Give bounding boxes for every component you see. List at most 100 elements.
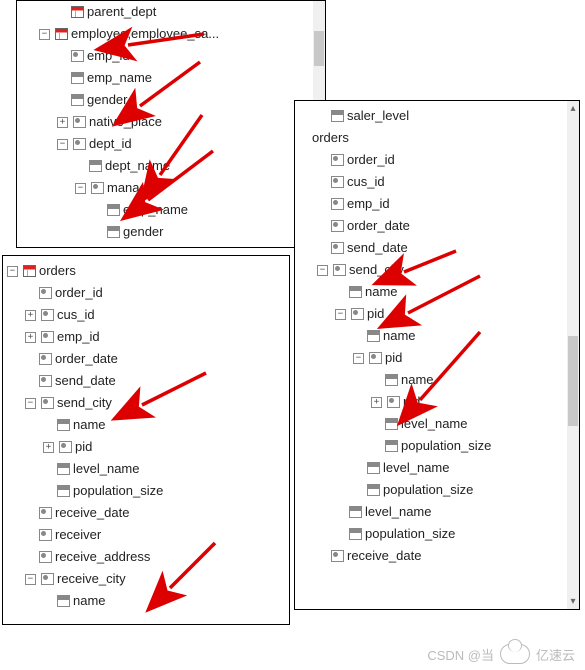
collapse-icon[interactable]: − <box>57 139 68 150</box>
tree-node[interactable]: +native_place <box>17 111 325 133</box>
collapse-icon[interactable]: − <box>317 265 328 276</box>
scroll-thumb[interactable] <box>568 336 578 426</box>
tree-node[interactable]: name <box>3 414 289 436</box>
tree-node[interactable]: send_date <box>3 370 289 392</box>
tree-node[interactable]: +pid <box>295 391 579 413</box>
tree-node-label: saler_level <box>347 105 409 127</box>
tree-node-label: level_name <box>383 457 450 479</box>
tree-node[interactable]: name <box>295 281 579 303</box>
tree-node-label: pid <box>385 347 402 369</box>
tree-node[interactable]: level_name <box>295 457 579 479</box>
key-field-icon <box>40 572 54 586</box>
tree-content: −ordersorder_id+cus_id+emp_idorder_dates… <box>3 256 289 612</box>
expand-icon[interactable]: + <box>25 310 36 321</box>
collapse-icon[interactable]: − <box>335 309 346 320</box>
toggle-spacer <box>371 441 384 452</box>
tree-node[interactable]: −send_city <box>3 392 289 414</box>
scroll-down-icon[interactable]: ▾ <box>567 594 579 609</box>
tree-node[interactable]: − pid <box>295 347 579 369</box>
toggle-spacer <box>335 507 348 518</box>
key-field-icon <box>90 181 104 195</box>
tree-node[interactable]: −manager <box>17 177 325 199</box>
tree-node[interactable]: name <box>295 325 579 347</box>
expand-icon[interactable]: + <box>25 332 36 343</box>
expand-icon[interactable]: + <box>43 442 54 453</box>
toggle-spacer <box>353 485 366 496</box>
field-icon <box>384 373 398 387</box>
tree-node[interactable]: −receive_city <box>3 568 289 590</box>
tree-node[interactable]: +emp_id <box>3 326 289 348</box>
tree-node[interactable]: population_size <box>3 480 289 502</box>
toggle-spacer <box>57 95 70 106</box>
tree-node[interactable]: dept_name <box>17 155 325 177</box>
tree-node[interactable]: order_date <box>295 215 579 237</box>
tree-node[interactable]: parent_dept <box>17 1 325 23</box>
tree-node[interactable]: −send_city <box>295 259 579 281</box>
tree-node[interactable]: emp_id <box>295 193 579 215</box>
tree-node[interactable]: +cus_id <box>3 304 289 326</box>
key-field-icon <box>58 440 72 454</box>
toggle-spacer <box>43 486 56 497</box>
tree-node[interactable]: cus_id <box>295 171 579 193</box>
tree-node[interactable]: −pid <box>295 303 579 325</box>
field-icon <box>366 329 380 343</box>
tree-node[interactable]: +pid <box>3 436 289 458</box>
toggle-spacer <box>25 508 38 519</box>
tree-node[interactable]: emp_name <box>17 67 325 89</box>
key-field-icon <box>40 396 54 410</box>
field-icon <box>366 483 380 497</box>
tree-node[interactable]: receiver <box>3 524 289 546</box>
key-field-icon <box>72 115 86 129</box>
scroll-up-icon[interactable]: ▴ <box>567 101 579 116</box>
tree-node[interactable]: order_id <box>3 282 289 304</box>
tree-node[interactable]: receive_date <box>3 502 289 524</box>
tree-node[interactable]: population_size <box>295 479 579 501</box>
collapse-icon[interactable]: − <box>25 574 36 585</box>
collapse-icon[interactable]: − <box>39 29 50 40</box>
tree-node[interactable]: emp_id <box>17 45 325 67</box>
tree-node[interactable]: emp_name <box>17 199 325 221</box>
field-icon <box>384 417 398 431</box>
tree-node[interactable]: level_name <box>295 501 579 523</box>
tree-node[interactable]: level_name <box>295 413 579 435</box>
tree-node-label: dept_id <box>89 133 132 155</box>
tree-node[interactable]: − dept_id <box>17 133 325 155</box>
tree-node[interactable]: population_size <box>295 523 579 545</box>
tree-node-label: receive_date <box>347 545 421 567</box>
field-icon <box>56 462 70 476</box>
tree-node[interactable]: orders <box>295 127 579 149</box>
tree-node[interactable]: population_size <box>295 435 579 457</box>
tree-node[interactable]: order_id <box>295 149 579 171</box>
tree-node[interactable]: receive_address <box>3 546 289 568</box>
tree-node[interactable]: gender <box>17 89 325 111</box>
tree-panel-bottom-left: −ordersorder_id+cus_id+emp_idorder_dates… <box>2 255 290 625</box>
collapse-icon[interactable]: − <box>353 353 364 364</box>
tree-node[interactable]: saler_level <box>295 105 579 127</box>
tree-node[interactable]: −orders <box>3 260 289 282</box>
scroll-thumb[interactable] <box>314 31 324 66</box>
tree-node-label: receiver <box>55 524 101 546</box>
tree-node[interactable]: name <box>295 369 579 391</box>
tree-node-label: population_size <box>365 523 455 545</box>
key-field-icon <box>72 137 86 151</box>
tree-node[interactable]: receive_date <box>295 545 579 567</box>
collapse-icon[interactable]: − <box>75 183 86 194</box>
tree-node[interactable]: name <box>3 590 289 612</box>
scrollbar[interactable]: ▴ ▾ <box>567 101 579 609</box>
tree-node[interactable]: −employee,employee_sa... <box>17 23 325 45</box>
tree-node[interactable]: order_date <box>3 348 289 370</box>
tree-node[interactable]: send_date <box>295 237 579 259</box>
expand-icon[interactable]: + <box>371 397 382 408</box>
field-icon <box>366 461 380 475</box>
collapse-icon[interactable]: − <box>7 266 18 277</box>
toggle-spacer <box>299 133 312 144</box>
tree-node[interactable]: gender <box>17 221 325 243</box>
expand-icon[interactable]: + <box>57 117 68 128</box>
watermark-csdn: CSDN @当 <box>427 645 494 664</box>
key-field-icon <box>38 506 52 520</box>
collapse-icon[interactable]: − <box>25 398 36 409</box>
key-field-icon <box>330 197 344 211</box>
field-icon <box>70 71 84 85</box>
toggle-spacer <box>25 354 38 365</box>
tree-node[interactable]: level_name <box>3 458 289 480</box>
